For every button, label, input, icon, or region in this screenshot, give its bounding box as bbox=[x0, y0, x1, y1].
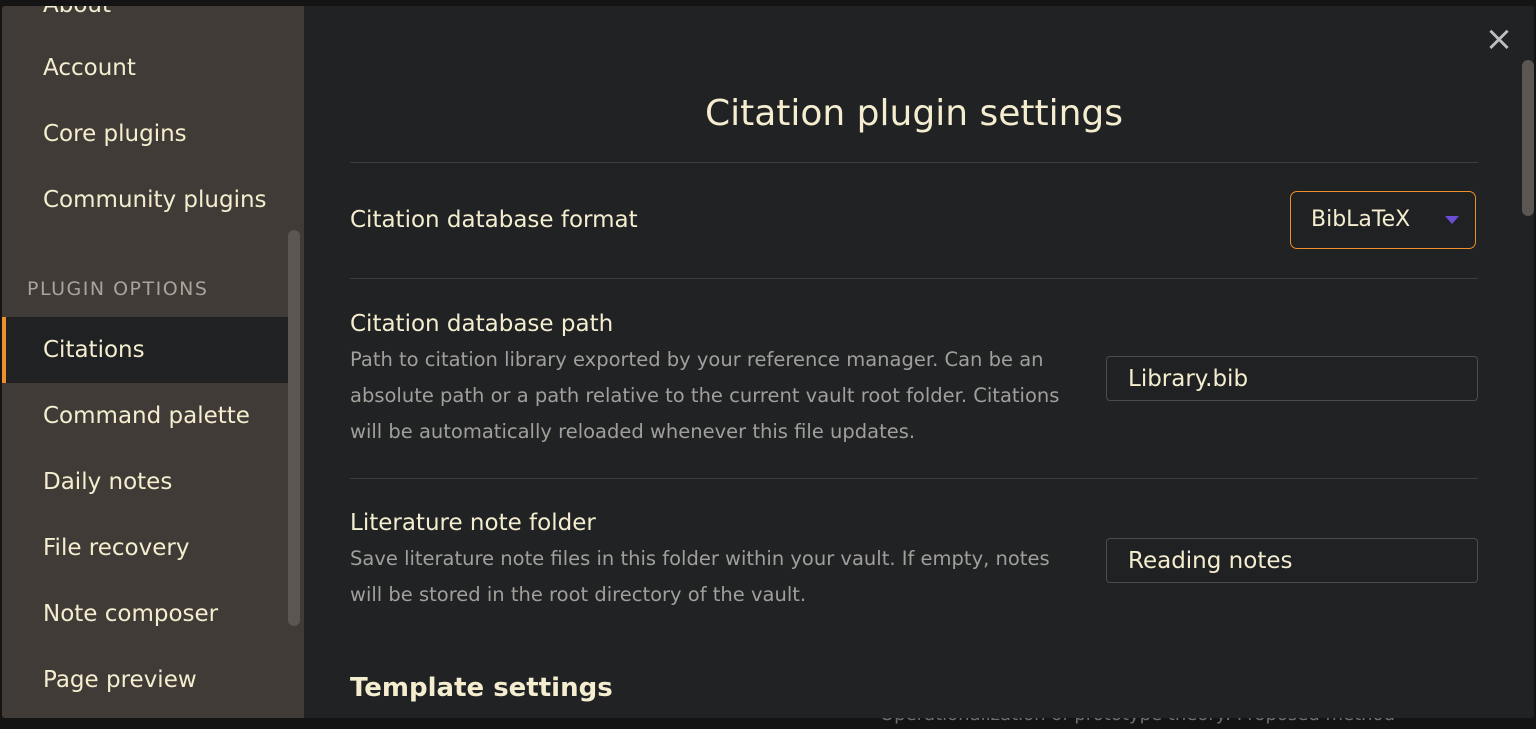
sidebar-item-community-plugins[interactable]: Community plugins bbox=[2, 167, 288, 233]
sidebar-scrollbar[interactable] bbox=[288, 230, 300, 626]
settings-sidebar: About Account Core plugins Community plu… bbox=[2, 6, 304, 718]
path-setting-name: Citation database path bbox=[350, 311, 614, 337]
sidebar-item-command-palette[interactable]: Command palette bbox=[2, 383, 288, 449]
folder-setting-name: Literature note folder bbox=[350, 510, 596, 536]
description-line: will be automatically reloaded whenever … bbox=[350, 420, 916, 443]
note-folder-input[interactable] bbox=[1106, 538, 1478, 583]
sidebar-item-account[interactable]: Account bbox=[2, 35, 288, 101]
sidebar-item-core-plugins[interactable]: Core plugins bbox=[2, 101, 288, 167]
database-path-input[interactable] bbox=[1106, 356, 1478, 401]
sidebar-item-page-preview[interactable]: Page preview bbox=[2, 647, 288, 713]
sidebar-item-citations[interactable]: Citations bbox=[2, 317, 288, 383]
folder-setting-description: Save literature note files in this folde… bbox=[350, 541, 1080, 613]
divider bbox=[350, 278, 1478, 279]
settings-content: × Citation plugin settings Citation data… bbox=[304, 6, 1534, 718]
sidebar-item-file-recovery[interactable]: File recovery bbox=[2, 515, 288, 581]
description-line: absolute path or a path relative to the … bbox=[350, 384, 1060, 407]
sidebar-item-daily-notes[interactable]: Daily notes bbox=[2, 449, 288, 515]
description-line: will be stored in the root directory of … bbox=[350, 583, 807, 606]
sidebar-item-about[interactable]: About bbox=[2, 6, 288, 38]
content-scrollbar[interactable] bbox=[1522, 60, 1534, 216]
settings-modal: About Account Core plugins Community plu… bbox=[2, 6, 1534, 718]
divider bbox=[350, 162, 1478, 163]
description-line: Save literature note files in this folde… bbox=[350, 547, 1050, 570]
path-setting-description: Path to citation library exported by you… bbox=[350, 342, 1080, 450]
format-setting-name: Citation database format bbox=[350, 207, 638, 233]
description-line: Path to citation library exported by you… bbox=[350, 348, 1044, 371]
caret-down-icon bbox=[1445, 216, 1459, 224]
close-icon[interactable]: × bbox=[1484, 22, 1514, 56]
database-format-dropdown[interactable]: BibLaTeX bbox=[1290, 191, 1476, 249]
sidebar-item-note-composer[interactable]: Note composer bbox=[2, 581, 288, 647]
page-title: Citation plugin settings bbox=[704, 93, 1124, 134]
dropdown-value: BibLaTeX bbox=[1311, 207, 1411, 232]
template-settings-heading: Template settings bbox=[350, 673, 613, 703]
divider bbox=[350, 478, 1478, 479]
plugin-options-heading: PLUGIN OPTIONS bbox=[27, 278, 209, 300]
